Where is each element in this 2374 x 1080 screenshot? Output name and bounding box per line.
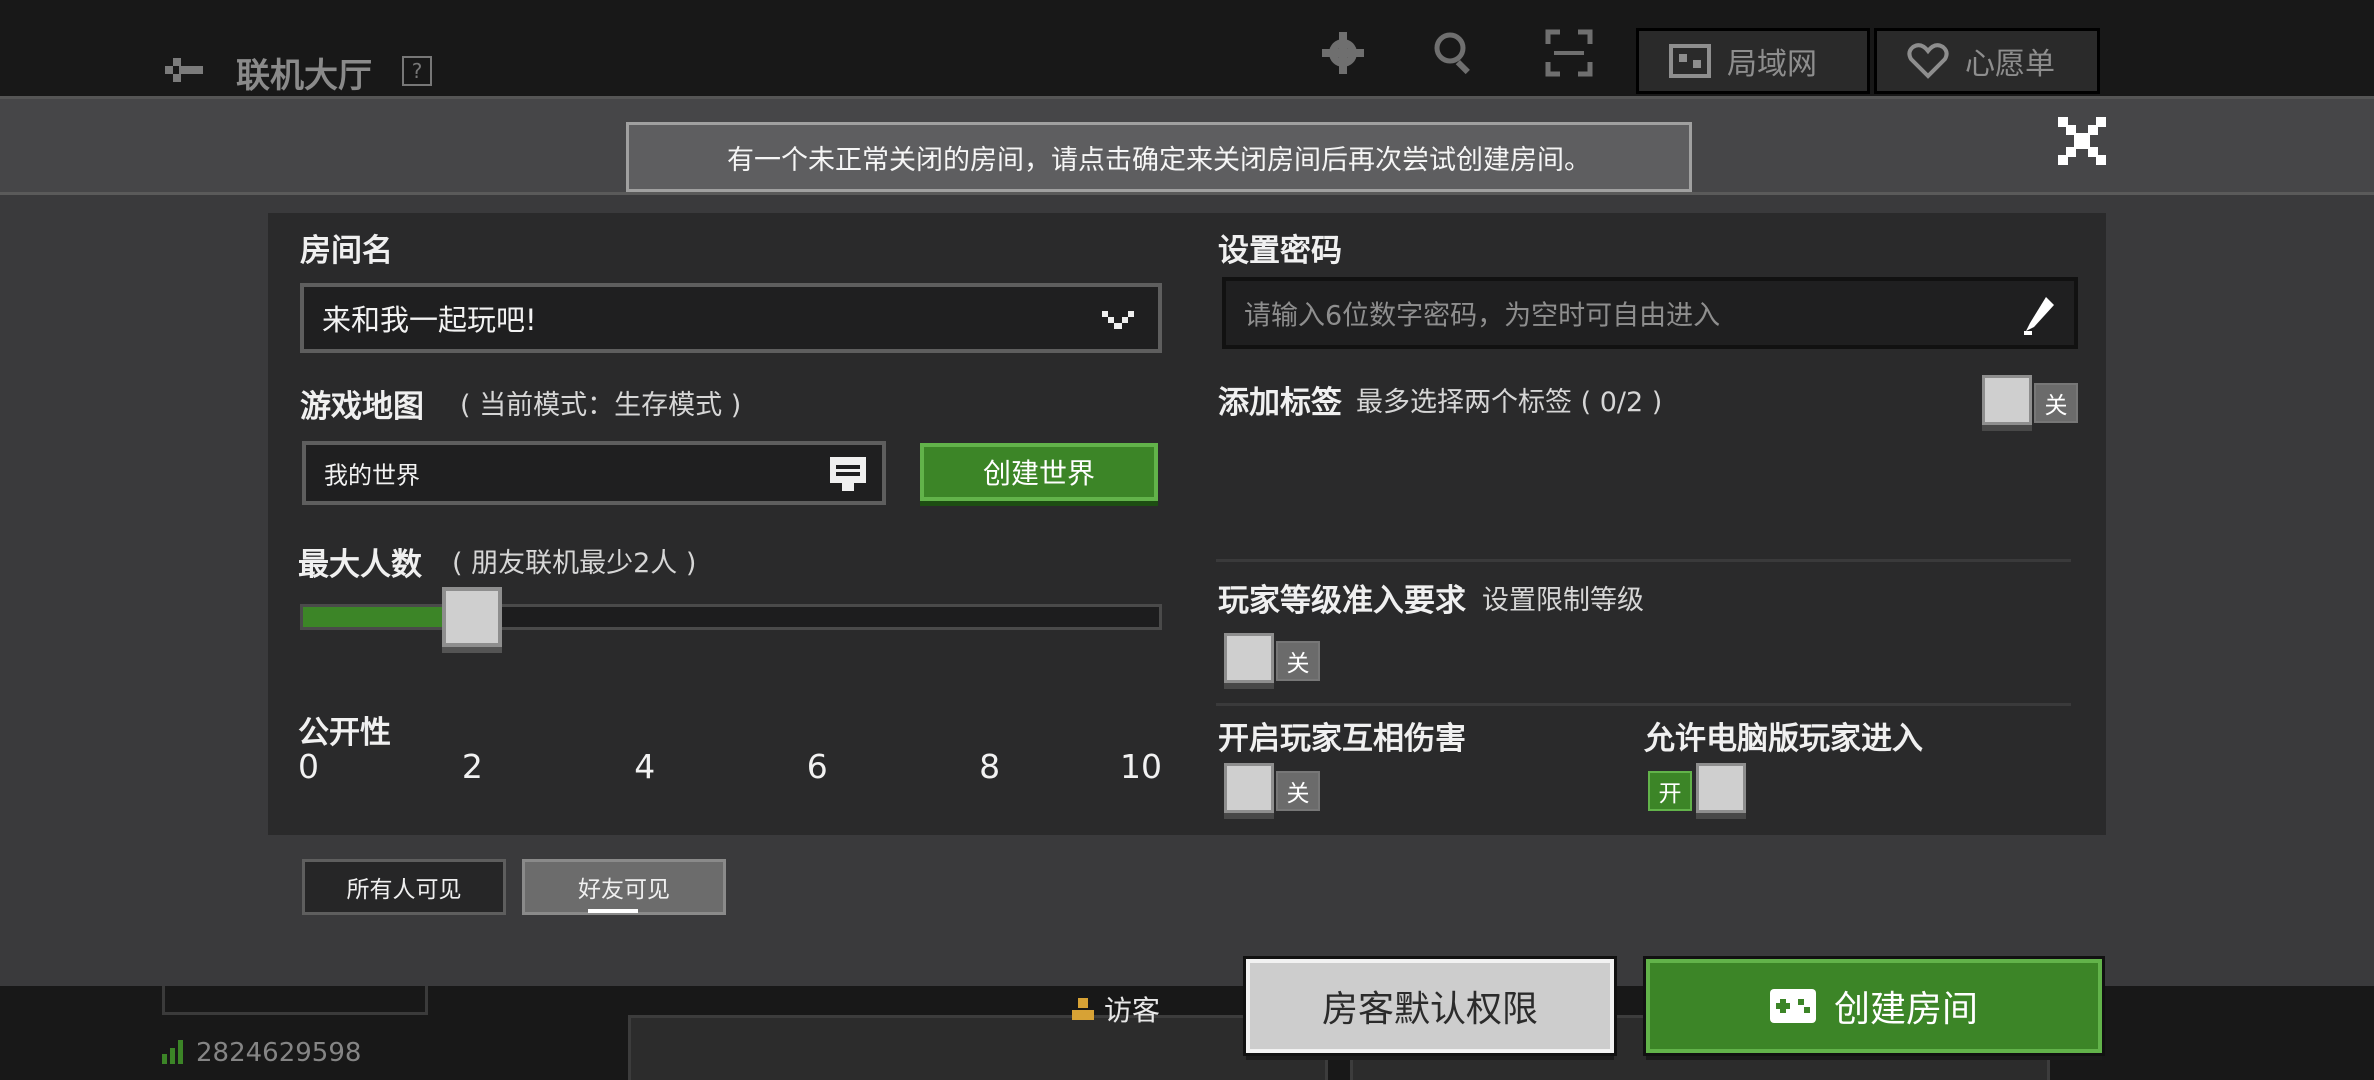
create-room-button[interactable]: 创建房间 [1643,956,2105,1056]
world-select-icon[interactable] [830,457,866,491]
max-players-slider[interactable] [300,604,1162,630]
room-name-field[interactable]: 来和我一起玩吧! [300,283,1162,353]
user-id: 2824629598 [196,1038,362,1068]
pc-players-toggle[interactable]: 开 [1646,763,1746,813]
toggle-knob [1696,763,1746,813]
create-room-dialog: 房间名 来和我一起玩吧! 游戏地图 ( 当前模式：生存模式 ) 我的世界 创建世… [0,96,2374,1056]
guest-label: 访客 [1104,994,1161,1027]
wishlist-label: 心愿单 [1965,47,2055,82]
create-world-button[interactable]: 创建世界 [920,443,1158,501]
guest-icon [1072,998,1094,1020]
tags-label: 添加标签 [1218,385,1342,421]
toggle-knob [1224,763,1274,813]
profile-box [162,985,428,1015]
close-icon[interactable] [2058,117,2106,165]
divider [1216,703,2071,706]
game-mode-hint: ( 当前模式：生存模式 ) [460,390,742,421]
toggle-state: 关 [1276,641,1320,681]
error-toast: 有一个未正常关闭的房间，请点击确定来关闭房间后再次尝试创建房间。 [626,122,1692,192]
pencil-icon[interactable] [2024,297,2054,335]
chevron-down-icon[interactable] [1102,311,1134,329]
lan-label: 局域网 [1727,47,1817,82]
tags-hint: 最多选择两个标签 ( 0/2 ) [1356,387,1663,418]
visibility-label: 公开性 [298,715,391,751]
level-requirement-hint: 设置限制等级 [1482,585,1644,616]
level-requirement-label: 玩家等级准入要求 [1218,583,1466,619]
slider-tick-label: 10 [1120,747,1162,786]
divider [1216,559,2071,562]
room-name-value: 来和我一起玩吧! [322,303,537,337]
pvp-label: 开启玩家互相伤害 [1218,721,1466,757]
max-players-label: 最大人数 [298,547,422,583]
password-label: 设置密码 [1218,233,1342,269]
game-map-value: 我的世界 [324,461,420,490]
slider-tick-label: 2 [461,747,483,786]
password-field[interactable]: 请输入6位数字密码，为空时可自由进入 [1222,277,2078,349]
selected-indicator [588,909,638,913]
settings-gear-icon[interactable] [1318,28,1368,78]
slider-tick-label: 4 [634,747,656,786]
guest-indicator: 访客 [1070,989,1160,1029]
tags-toggle[interactable]: 关 [1982,375,2082,425]
wishlist-button[interactable]: 心愿单 [1874,28,2100,94]
back-arrow-icon[interactable] [165,52,205,86]
lobby-title: 联机大厅 [236,56,372,96]
gamepad-icon [1769,989,1816,1023]
signal-icon [162,1040,183,1064]
password-placeholder: 请输入6位数字密码，为空时可自由进入 [1244,300,1721,332]
visibility-option-friends[interactable]: 好友可见 [522,859,726,915]
create-room-label: 创建房间 [1833,989,1978,1030]
toggle-state: 关 [2034,383,2078,423]
toggle-knob [1224,633,1274,683]
toggle-state: 开 [1648,771,1692,811]
search-icon[interactable] [1430,28,1480,78]
toggle-knob [1982,375,2032,425]
pvp-toggle[interactable]: 关 [1224,763,1324,813]
default-permissions-button[interactable]: 房客默认权限 [1243,956,1617,1056]
help-icon[interactable]: ? [402,56,432,86]
slider-thumb[interactable] [442,587,503,647]
max-players-hint: ( 朋友联机最少2人 ) [452,548,697,579]
lan-button[interactable]: 局域网 [1636,28,1870,94]
pc-players-label: 允许电脑版玩家进入 [1644,721,1923,757]
game-map-field[interactable]: 我的世界 [302,441,886,505]
lan-icon [1669,44,1711,78]
level-requirement-toggle[interactable]: 关 [1224,633,1324,683]
visibility-option-everyone[interactable]: 所有人可见 [302,859,506,915]
game-map-label: 游戏地图 [300,389,424,425]
heart-icon [1907,43,1949,79]
slider-tick-label: 6 [806,747,828,786]
room-name-label: 房间名 [300,233,393,269]
slider-tick-label: 8 [979,747,1001,786]
scan-icon[interactable] [1544,28,1594,78]
slider-tick-label: 0 [298,747,319,786]
toggle-state: 关 [1276,771,1320,811]
room-card[interactable] [628,1015,1328,1080]
